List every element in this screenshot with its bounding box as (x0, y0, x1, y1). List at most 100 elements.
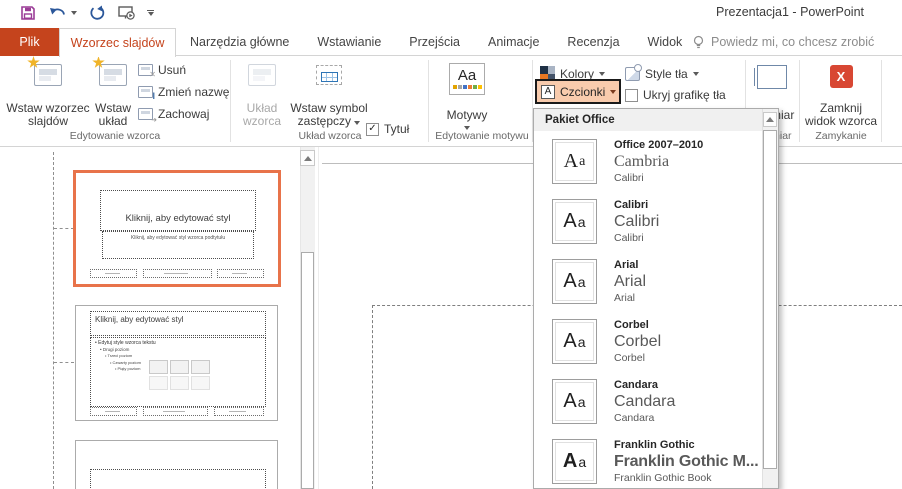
media-icon (191, 376, 210, 390)
dropdown-caret-icon (610, 90, 616, 94)
date-placeholder (90, 407, 137, 416)
footer-placeholder (143, 407, 208, 416)
tab-animations[interactable]: Animacje (488, 35, 539, 49)
tab-home[interactable]: Narzędzia główne (190, 35, 289, 49)
hide-background-graphics-checkbox[interactable] (625, 89, 638, 102)
slide-master-thumbnail-selected[interactable]: Kliknij, aby edytować styl Kliknij, aby … (73, 170, 281, 287)
fonts-menu-list: Aa Office 2007–2010 Cambria Calibri Aa C… (534, 133, 763, 489)
ribbon-tab-bar: Plik Wzorzec slajdów Narzędzia główne Ws… (0, 28, 902, 56)
slidenumber-placeholder (214, 407, 264, 416)
table-icon (149, 360, 168, 374)
scrollbar-thumb[interactable] (301, 252, 314, 489)
preserve-button: Zachowaj (138, 104, 209, 124)
scroll-up-button[interactable] (763, 112, 777, 127)
themes-icon: Aa (449, 63, 485, 95)
tab-slide-master[interactable]: Wzorzec slajdów (59, 28, 176, 57)
undo-icon[interactable] (48, 3, 68, 23)
tell-me-box[interactable]: Powiedz mi, co chcesz zrobić (692, 28, 874, 56)
thumbnail-tree-connector (54, 362, 74, 363)
date-placeholder (90, 269, 137, 278)
tab-review[interactable]: Recenzja (567, 35, 619, 49)
redo-icon[interactable] (87, 3, 107, 23)
font-theme-franklin-gothic[interactable]: Aa Franklin Gothic Franklin Gothic M... … (534, 433, 763, 489)
lightbulb-icon (692, 35, 705, 50)
delete-icon (138, 64, 153, 76)
fonts-menu-header: Pakiet Office (534, 109, 763, 131)
close-x-icon: X (830, 65, 853, 88)
font-sample-aa-icon: Aa (552, 379, 597, 424)
tell-me-label: Powiedz mi, co chcesz zrobić (711, 35, 874, 49)
tab-file[interactable]: Plik (0, 28, 59, 56)
dropdown-caret-icon (693, 72, 699, 76)
subtitle-placeholder: Kliknij, aby edytować styl wzorca podtyt… (102, 231, 254, 259)
thumbnail-tree-line (53, 152, 54, 489)
theme-fonts-button[interactable]: A Czcionki (535, 79, 621, 104)
insert-placeholder-button[interactable]: Wstaw symbol zastępczy (290, 58, 368, 130)
tab-list: Narzędzia główne Wstawianie Przejścia An… (190, 28, 682, 56)
thumbnail-tree-connector (54, 228, 74, 229)
master-layout-icon (248, 64, 276, 86)
font-sample-aa-icon: Aa (552, 139, 597, 184)
insert-layout-button[interactable]: Wstaw układ (90, 58, 136, 130)
dropdown-caret-icon (354, 121, 360, 125)
save-icon[interactable] (18, 3, 38, 23)
group-divider (230, 60, 231, 142)
group-divider (881, 60, 882, 142)
rename-icon (138, 86, 153, 98)
hide-background-graphics-row[interactable]: Ukryj grafikę tła (625, 88, 726, 102)
undo-dropdown-icon[interactable] (71, 11, 77, 15)
title-placeholder: Kliknij, aby edytować styl (90, 311, 266, 336)
slide-size-icon (757, 65, 787, 89)
tab-insert[interactable]: Wstawianie (317, 35, 381, 49)
background-styles-icon (625, 67, 640, 81)
font-sample-aa-icon: Aa (552, 439, 597, 484)
layout-thumbnail[interactable]: Kliknij, aby edytować styl Edytuj style … (75, 305, 278, 421)
insert-placeholder-icon (316, 65, 342, 85)
rename-button[interactable]: Zmień nazwę (138, 82, 229, 102)
dropdown-caret-icon (599, 72, 605, 76)
group-divider (799, 60, 800, 142)
content-icons (149, 360, 210, 390)
font-theme-office-2007-2010[interactable]: Aa Office 2007–2010 Cambria Calibri (534, 133, 763, 193)
chart-icon (170, 360, 189, 374)
insert-slide-master-icon (34, 64, 62, 86)
clipart-icon (170, 376, 189, 390)
theme-fonts-dropdown: Pakiet Office Aa Office 2007–2010 Cambri… (533, 108, 779, 489)
tab-transitions[interactable]: Przejścia (409, 35, 460, 49)
content-placeholder: Edytuj style wzorca tekstu Drugi poziom … (90, 337, 266, 407)
font-a-icon: A (541, 85, 555, 99)
group-label-master-layout: Układ wzorca (245, 130, 415, 142)
themes-button[interactable]: Aa Motywy (437, 58, 497, 130)
font-sample-aa-icon: Aa (552, 259, 597, 304)
insert-layout-icon (99, 64, 127, 86)
font-sample-aa-icon: Aa (552, 199, 597, 244)
window-title: Prezentacja1 - PowerPoint (716, 5, 864, 19)
slidenumber-placeholder (217, 269, 264, 278)
quick-access-toolbar (18, 3, 154, 23)
picture-icon (191, 360, 210, 374)
group-label-edit-master: Edytowanie wzorca (30, 130, 200, 142)
font-theme-corbel[interactable]: Aa Corbel Corbel Corbel (534, 313, 763, 373)
customize-quick-access-icon[interactable] (147, 10, 154, 17)
scroll-up-button[interactable] (300, 150, 315, 166)
title-placeholder (90, 469, 266, 489)
close-master-view-button[interactable]: X Zamknij widok wzorca (803, 58, 879, 130)
tab-view[interactable]: Widok (648, 35, 683, 49)
layout-thumbnail[interactable] (75, 440, 278, 489)
start-slideshow-icon[interactable] (117, 3, 137, 23)
background-styles-button[interactable]: Style tła (625, 63, 699, 84)
font-theme-calibri[interactable]: Aa Calibri Calibri Calibri (534, 193, 763, 253)
title-bar: Prezentacja1 - PowerPoint (0, 0, 902, 28)
title-placeholder: Kliknij, aby edytować styl (100, 190, 256, 231)
group-label-closing: Zamykanie (803, 130, 879, 142)
font-theme-arial[interactable]: Aa Arial Arial Arial (534, 253, 763, 313)
scrollbar-thumb[interactable] (763, 130, 777, 469)
font-theme-candara[interactable]: Aa Candara Candara Candara (534, 373, 763, 433)
panel-editor-divider (318, 147, 319, 489)
footer-placeholder (143, 269, 212, 278)
preserve-icon (138, 108, 153, 120)
insert-slide-master-button[interactable]: Wstaw wzorzec slajdów (6, 58, 90, 130)
master-layout-button: Układ wzorca (236, 58, 288, 130)
delete-button: Usuń (138, 60, 186, 80)
powerpoint-window: Prezentacja1 - PowerPoint Plik Wzorzec s… (0, 0, 902, 489)
